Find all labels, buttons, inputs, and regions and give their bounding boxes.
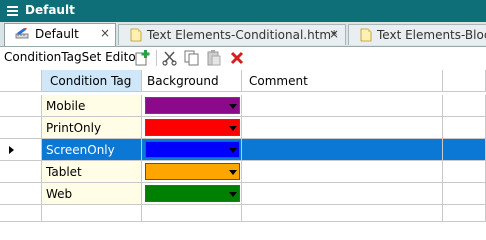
editor-toolbar: ConditionTagSet Editor — [0, 47, 486, 69]
row-header[interactable] — [0, 139, 42, 161]
dropdown-arrow-icon[interactable] — [229, 192, 237, 197]
row-header[interactable] — [0, 117, 42, 139]
dropdown-arrow-icon[interactable] — [229, 170, 237, 175]
filler-cell — [443, 161, 486, 183]
empty-cell — [42, 205, 142, 222]
add-icon[interactable] — [133, 49, 151, 67]
color-swatch-dropdown[interactable] — [145, 185, 240, 202]
row-header[interactable] — [0, 95, 42, 117]
comment-cell[interactable] — [242, 95, 443, 117]
column-header-comment[interactable]: Comment — [242, 70, 443, 92]
column-header-background[interactable]: Background — [142, 70, 242, 92]
empty-cell — [142, 205, 242, 222]
table-row[interactable]: PrintOnly — [0, 117, 486, 139]
table-row-selected[interactable]: ScreenOnly — [0, 139, 486, 161]
editor-title: ConditionTagSet Editor — [4, 50, 141, 64]
table-row[interactable]: Web — [0, 183, 486, 205]
row-header-corner — [0, 70, 42, 92]
background-color-cell[interactable] — [142, 139, 242, 161]
document-icon — [360, 28, 372, 42]
background-color-cell[interactable] — [142, 117, 242, 139]
condition-tag-cell[interactable]: PrintOnly — [42, 117, 142, 139]
toolbar-divider — [156, 50, 157, 66]
title-bar: Default — [0, 0, 486, 22]
comment-cell[interactable] — [242, 183, 443, 205]
comment-cell[interactable] — [242, 117, 443, 139]
color-swatch-dropdown[interactable] — [145, 119, 240, 136]
table-row[interactable]: Tablet — [0, 161, 486, 183]
ruler-pencil-icon — [15, 28, 29, 39]
color-swatch-dropdown[interactable] — [145, 97, 240, 114]
background-color-cell[interactable] — [142, 183, 242, 205]
empty-cell — [443, 205, 486, 222]
background-color-cell[interactable] — [142, 161, 242, 183]
filler-cell — [443, 139, 486, 161]
cut-icon[interactable] — [161, 49, 179, 67]
close-icon[interactable]: × — [100, 26, 110, 40]
dropdown-arrow-icon[interactable] — [229, 148, 237, 153]
comment-cell[interactable] — [242, 161, 443, 183]
condition-tag-grid: Condition Tag Background Comment Mobile … — [0, 70, 486, 222]
close-icon[interactable]: × — [329, 27, 339, 41]
tab-text-elements-block[interactable]: Text Elements-Block — [348, 24, 486, 45]
row-header[interactable] — [0, 183, 42, 205]
column-header-condition-tag[interactable]: Condition Tag — [42, 70, 142, 92]
dropdown-arrow-icon[interactable] — [229, 126, 237, 131]
tab-default[interactable]: Default × — [4, 23, 116, 46]
filler-cell — [443, 95, 486, 117]
condition-tag-cell[interactable]: ScreenOnly — [42, 139, 142, 161]
document-icon — [130, 28, 142, 42]
delete-icon[interactable] — [228, 49, 246, 67]
empty-row — [0, 205, 486, 222]
row-header[interactable] — [0, 161, 42, 183]
dropdown-arrow-icon[interactable] — [229, 104, 237, 109]
column-header-filler — [443, 70, 486, 92]
copy-icon[interactable] — [183, 49, 201, 67]
current-row-pointer-icon — [9, 146, 14, 154]
comment-cell[interactable] — [242, 139, 443, 161]
grid-header-row: Condition Tag Background Comment — [0, 70, 486, 92]
background-color-cell[interactable] — [142, 95, 242, 117]
menu-icon[interactable] — [7, 6, 18, 16]
paste-icon[interactable] — [205, 49, 223, 67]
tab-label: Text Elements-Block — [377, 28, 486, 42]
condition-tag-cell[interactable]: Tablet — [42, 161, 142, 183]
condition-tag-cell[interactable]: Web — [42, 183, 142, 205]
empty-cell — [242, 205, 443, 222]
filler-cell — [443, 183, 486, 205]
filler-cell — [443, 117, 486, 139]
condition-tag-cell[interactable]: Mobile — [42, 95, 142, 117]
tab-text-elements-conditional[interactable]: Text Elements-Conditional.htm* × — [118, 24, 346, 45]
tab-label: Text Elements-Conditional.htm* — [147, 28, 338, 42]
tab-label: Default — [35, 27, 79, 41]
color-swatch-dropdown[interactable] — [145, 163, 240, 180]
row-header — [0, 205, 42, 222]
table-row[interactable]: Mobile — [0, 95, 486, 117]
tab-strip: Default × Text Elements-Conditional.htm*… — [0, 22, 486, 47]
window-title: Default — [25, 3, 75, 17]
color-swatch-dropdown[interactable] — [145, 141, 240, 158]
